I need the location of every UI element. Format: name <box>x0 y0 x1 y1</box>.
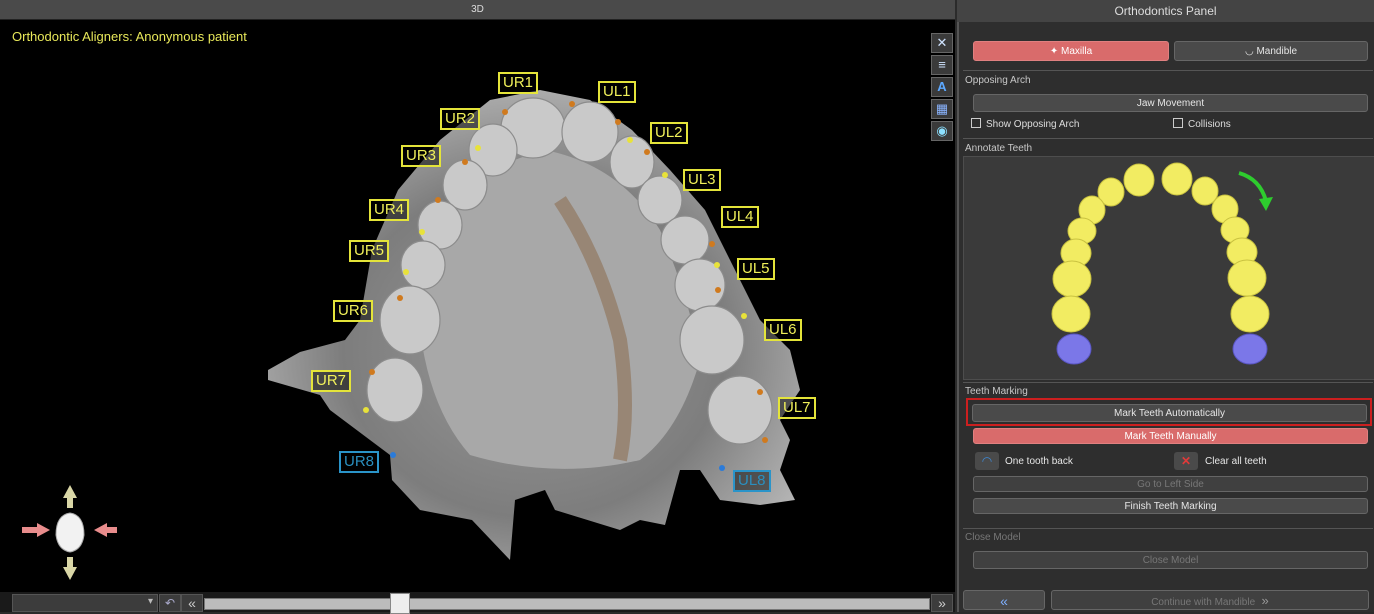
dental-model[interactable] <box>0 0 955 612</box>
orientation-cube-icon[interactable] <box>20 480 130 585</box>
layers-icon[interactable]: ≡ <box>931 55 953 75</box>
checkbox-icon <box>971 118 981 128</box>
tooth-tag-ul6[interactable]: UL6 <box>764 319 802 341</box>
annotation-icon[interactable]: A <box>931 77 953 97</box>
tooth-tag-ur7[interactable]: UR7 <box>311 370 352 392</box>
section-divider <box>963 70 1373 71</box>
section-divider <box>963 138 1373 139</box>
viewport-header: 3D <box>0 0 955 20</box>
annotate-teeth-title: Annotate Teeth <box>965 143 1033 154</box>
maxilla-icon: ✦ <box>1049 46 1062 57</box>
tooth-ur8 <box>1056 333 1092 365</box>
jaw-movement-button[interactable]: Jaw Movement <box>973 94 1368 112</box>
close-model-title: Close Model <box>965 532 1021 543</box>
mark-teeth-manually-button[interactable]: Mark Teeth Manually <box>973 428 1368 444</box>
tooth-tag-ul3[interactable]: UL3 <box>683 169 721 191</box>
mandible-icon: ◡ <box>1244 46 1257 57</box>
section-divider <box>963 382 1373 383</box>
tooth-tag-ur5[interactable]: UR5 <box>349 240 390 262</box>
previous-frame-icon[interactable]: « <box>181 594 203 612</box>
panel-header: Orthodontics Panel <box>957 0 1374 22</box>
tooth-ul8 <box>1232 333 1268 365</box>
timeline-select[interactable]: ▾ <box>12 594 158 612</box>
chevron-right-icon: » <box>1257 593 1269 608</box>
tooth-ur6 <box>1052 260 1092 298</box>
close-model-button[interactable]: Close Model <box>973 551 1368 569</box>
tooth-ur1 <box>1123 163 1155 197</box>
go-to-left-side-button[interactable]: Go to Left Side <box>973 476 1368 492</box>
opposing-arch-title: Opposing Arch <box>965 75 1031 86</box>
maxilla-button[interactable]: ✦ Maxilla <box>973 41 1169 61</box>
teeth-marking-title: Teeth Marking <box>965 386 1028 397</box>
next-frame-icon[interactable]: » <box>931 594 953 612</box>
chevron-left-icon: « <box>1000 593 1008 609</box>
tooth-ul1 <box>1161 162 1193 196</box>
one-tooth-back-label[interactable]: One tooth back <box>1005 456 1073 467</box>
tooth-tag-ur6[interactable]: UR6 <box>333 300 374 322</box>
tooth-tag-ul5[interactable]: UL5 <box>737 258 775 280</box>
tooth-tag-ur3[interactable]: UR3 <box>401 145 442 167</box>
tooth-tag-ul1[interactable]: UL1 <box>598 81 636 103</box>
tooth-tag-ul2[interactable]: UL2 <box>650 122 688 144</box>
back-button[interactable]: « <box>963 590 1045 610</box>
continue-with-mandible-button[interactable]: Continue with Mandible » <box>1051 590 1369 610</box>
dental-arch-diagram[interactable] <box>964 157 1374 379</box>
tooth-tag-ul7[interactable]: UL7 <box>778 397 816 419</box>
undo-icon[interactable]: ↶ <box>159 594 181 612</box>
mark-teeth-automatically-button[interactable]: Mark Teeth Automatically <box>972 404 1367 422</box>
tooth-tag-ul8[interactable]: UL8 <box>733 470 771 492</box>
arrow-icon <box>1238 171 1268 202</box>
visibility-icon[interactable]: ◉ <box>931 121 953 141</box>
timeline-slider-thumb[interactable] <box>390 593 411 614</box>
tooth-ur7 <box>1051 295 1091 333</box>
tooth-tag-ur8[interactable]: UR8 <box>339 451 380 473</box>
checkbox-icon <box>1173 118 1183 128</box>
timeline-slider[interactable] <box>204 598 930 610</box>
chevron-down-icon: ▾ <box>147 596 153 607</box>
show-opposing-arch-checkbox[interactable]: Show Opposing Arch <box>971 118 1079 130</box>
collisions-checkbox[interactable]: Collisions <box>1173 118 1231 130</box>
grid-icon[interactable]: ▦ <box>931 99 953 119</box>
tooth-tag-ul4[interactable]: UL4 <box>721 206 759 228</box>
tooth-tag-ur2[interactable]: UR2 <box>440 108 481 130</box>
teeth-diagram[interactable] <box>963 156 1374 380</box>
finish-teeth-marking-button[interactable]: Finish Teeth Marking <box>973 498 1368 514</box>
clear-all-icon[interactable]: ✕ <box>1174 452 1198 470</box>
section-divider <box>963 528 1373 529</box>
tooth-tag-ur1[interactable]: UR1 <box>498 72 539 94</box>
tooth-ul6 <box>1227 259 1267 297</box>
patient-title: Orthodontic Aligners: Anonymous patient <box>12 29 247 44</box>
mandible-button[interactable]: ◡ Mandible <box>1174 41 1368 61</box>
tooth-tag-ur4[interactable]: UR4 <box>369 199 410 221</box>
one-tooth-back-icon[interactable]: ◠ <box>975 452 999 470</box>
clear-all-teeth-label[interactable]: Clear all teeth <box>1205 456 1267 467</box>
close-view-icon[interactable]: ✕ <box>931 33 953 53</box>
tooth-ul7 <box>1230 295 1270 333</box>
3d-viewport[interactable]: 3D Orthodontic Aligners: Anonymous patie… <box>0 0 955 614</box>
